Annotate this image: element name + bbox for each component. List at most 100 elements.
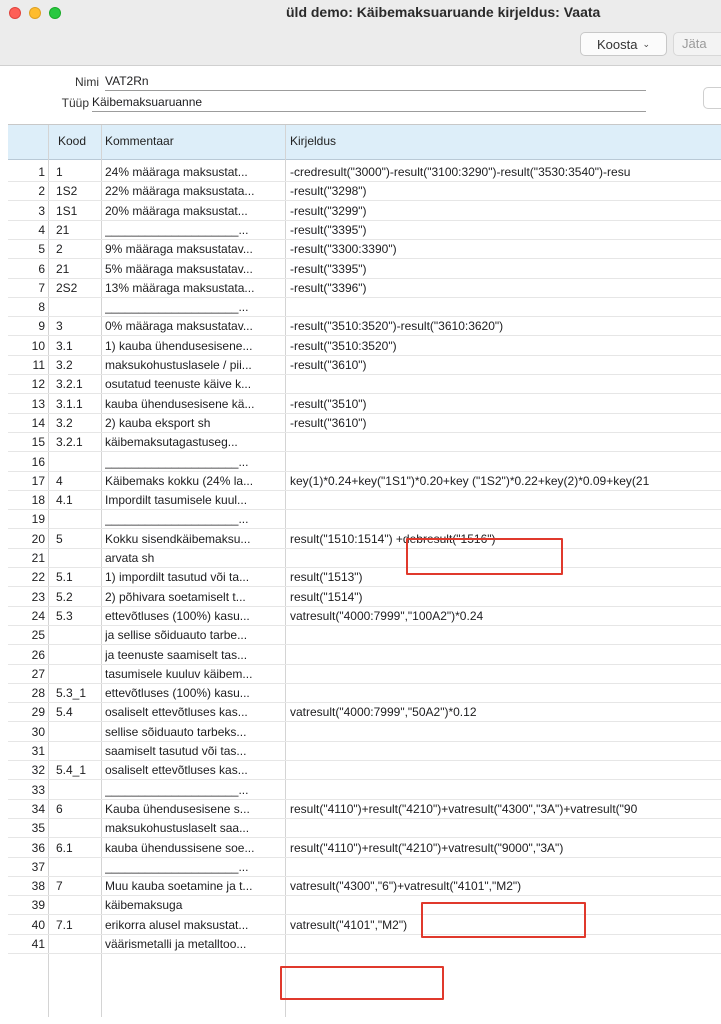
table-row[interactable]: 40 7.1 erikorra alusel maksustat... vatres… — [8, 916, 721, 935]
kommentaar-cell: ____________________... — [105, 454, 249, 469]
table-row[interactable]: 4 21 ____________________... -result("3395"… — [8, 221, 721, 240]
table-row[interactable]: 15 3.2.1 käibemaksutagastuseg... — [8, 433, 721, 453]
row-number: 19 — [31, 512, 45, 527]
table-row[interactable]: 18 4.1 Impordilt tasumisele kuul... — [8, 491, 721, 511]
row-number: 40 — [31, 917, 45, 932]
row-number: 14 — [31, 415, 45, 430]
table-row[interactable]: 19 ____________________... — [8, 510, 721, 530]
table-row[interactable]: 6 21 5% määraga maksustatav... -result("339… — [8, 260, 721, 279]
table-row[interactable]: 28 5.3_1 ettevõtluses (100%) kasu... — [8, 684, 721, 704]
kood-cell: 6 — [56, 801, 63, 816]
kood-cell: 5.4_1 — [56, 763, 87, 778]
table-row[interactable]: 12 3.2.1 osutatud teenuste käive k... — [8, 375, 721, 395]
window-close-button[interactable] — [9, 7, 21, 19]
table-row[interactable]: 33 ____________________... — [8, 781, 721, 800]
side-button[interactable] — [703, 87, 721, 109]
kommentaar-cell: osaliselt ettevõtluses kas... — [105, 763, 248, 778]
table-row[interactable]: 30 sellise sõiduauto tarbeks... — [8, 723, 721, 742]
kirjeldus-cell: vatresult("4300","6")+vatresult("4101","… — [290, 879, 522, 894]
kommentaar-cell: 13% määraga maksustata... — [105, 280, 255, 295]
kommentaar-cell: Käibemaks kokku (24% la... — [105, 473, 254, 488]
table-row[interactable]: 34 6 Kauba ühendusesisene s... result("4110… — [8, 800, 721, 819]
column-header-kood[interactable]: Kood — [58, 134, 86, 148]
kommentaar-cell: maksukohustuslaselt saa... — [105, 821, 250, 836]
table-row[interactable]: 21 arvata sh — [8, 549, 721, 568]
row-number: 31 — [31, 744, 45, 758]
table-row[interactable]: 5 2 9% määraga maksustatav... -result("3300… — [8, 240, 721, 260]
kommentaar-cell: 20% määraga maksustat... — [105, 203, 248, 218]
table-row[interactable]: 20 5 Kokku sisendkäibemaksu... result("1510… — [8, 530, 721, 549]
kirjeldus-cell: -credresult("3000")-result("3100:3290")-… — [290, 165, 631, 179]
table-row[interactable]: 22 5.1 1) impordilt tasutud või ta... resul… — [8, 568, 721, 588]
row-number: 22 — [31, 570, 45, 585]
table-row[interactable]: 36 6.1 kauba ühendussisene soe... result("4… — [8, 839, 721, 858]
table-row[interactable]: 16 ____________________... — [8, 453, 721, 472]
row-number: 11 — [32, 358, 45, 372]
kommentaar-cell: 5% määraga maksustatav... — [105, 261, 253, 276]
window-title: üld demo: Käibemaksuaruande kirjeldus: V… — [286, 4, 601, 20]
kirjeldus-cell: -result("3610") — [290, 415, 367, 430]
kommentaar-cell: saamiselt tasutud või tas... — [105, 744, 247, 758]
tuup-field[interactable]: Käibemaksuaruanne — [92, 95, 646, 112]
kommentaar-cell: arvata sh — [105, 551, 155, 565]
table-row[interactable]: 24 5.3 ettevõtluses (100%) kasu... vatresul… — [8, 607, 721, 626]
nimi-field[interactable]: VAT2Rn — [105, 74, 646, 91]
row-number: 37 — [31, 859, 45, 874]
table-row[interactable]: 3 1S1 20% määraga maksustat... -result("329… — [8, 202, 721, 221]
window-maximize-button[interactable] — [49, 7, 61, 19]
table-row[interactable]: 35 maksukohustuslaselt saa... — [8, 819, 721, 839]
kirjeldus-cell: -result("3510:3520") — [290, 338, 397, 353]
kommentaar-cell: Kauba ühendusesisene s... — [105, 801, 250, 816]
kirjeldus-cell: -result("3300:3390") — [290, 242, 397, 257]
table-row[interactable]: 32 5.4_1 osaliselt ettevõtluses kas... — [8, 761, 721, 781]
table-row[interactable]: 37 ____________________... — [8, 858, 721, 877]
table-row[interactable]: 9 3 0% määraga maksustatav... -result("3510… — [8, 317, 721, 337]
table-row[interactable]: 31 saamiselt tasutud või tas... — [8, 742, 721, 761]
kommentaar-cell: Impordilt tasumisele kuul... — [105, 493, 248, 508]
highlight-box — [406, 538, 563, 575]
table-row[interactable]: 25 ja sellise sõiduauto tarbe... — [8, 626, 721, 646]
row-number: 39 — [31, 898, 45, 913]
kood-cell: 5.2 — [56, 589, 73, 604]
table-row[interactable]: 27 tasumisele kuuluv käibem... — [8, 665, 721, 684]
chevron-down-icon: ⌄ — [642, 38, 651, 49]
kirjeldus-cell: -result("3395") — [290, 222, 367, 237]
kirjeldus-table: Kood Kommentaar Kirjeldus 1 1 24% määraga … — [8, 124, 721, 1017]
table-row[interactable]: 23 5.2 2) põhivara soetamiselt t... result(… — [8, 588, 721, 607]
kommentaar-cell: ____________________... — [105, 782, 249, 797]
kirjeldus-cell: result("1514") — [290, 589, 363, 604]
table-row[interactable]: 26 ja teenuste saamiselt tas... — [8, 646, 721, 665]
jata-button[interactable]: Jäta — [673, 32, 721, 56]
table-row[interactable]: 39 käibemaksuga — [8, 896, 721, 916]
kommentaar-cell: käibemaksuga — [105, 898, 183, 913]
table-row[interactable]: 1 1 24% määraga maksustat... -credresult("3… — [8, 163, 721, 182]
table-row[interactable]: 14 3.2 2) kauba eksport sh -result("3610") — [8, 414, 721, 433]
window-minimize-button[interactable] — [29, 7, 41, 19]
koosta-button[interactable]: Koosta ⌄ — [580, 32, 667, 56]
column-header-kirjeldus[interactable]: Kirjeldus — [290, 134, 336, 148]
table-row[interactable]: 29 5.4 osaliselt ettevõtluses kas... vatres… — [8, 703, 721, 723]
kommentaar-cell: väärismetalli ja metalltoo... — [105, 937, 247, 951]
kommentaar-cell: maksukohustuslasele / pii... — [105, 358, 252, 372]
kood-cell: 7.1 — [56, 917, 73, 932]
row-number: 16 — [31, 454, 45, 469]
row-number: 6 — [38, 261, 45, 276]
row-number: 34 — [31, 801, 45, 816]
kommentaar-cell: ____________________... — [105, 300, 249, 315]
kood-cell: 3 — [56, 319, 63, 334]
column-header-kommentaar[interactable]: Kommentaar — [105, 134, 174, 148]
table-row[interactable]: 13 3.1.1 kauba ühendusesisene kä... -result… — [8, 395, 721, 414]
row-number: 29 — [31, 705, 45, 720]
table-row[interactable]: 7 2S2 13% määraga maksustata... -result("33… — [8, 279, 721, 298]
table-row[interactable]: 38 7 Muu kauba soetamine ja t... vatresult(… — [8, 877, 721, 897]
kood-cell: 4.1 — [56, 493, 73, 508]
table-row[interactable]: 8 ____________________... — [8, 298, 721, 318]
tuup-label: Tüüp — [61, 96, 89, 110]
table-row[interactable]: 2 1S2 22% määraga maksustata... -result("32… — [8, 182, 721, 202]
table-row[interactable]: 10 3.1 1) kauba ühendusesisene... -result("… — [8, 337, 721, 356]
kommentaar-cell: kauba ühendussisene soe... — [105, 840, 255, 855]
table-row[interactable]: 11 3.2 maksukohustuslasele / pii... -result… — [8, 356, 721, 375]
table-row[interactable]: 41 väärismetalli ja metalltoo... — [8, 935, 721, 954]
kirjeldus-cell: result("4110")+result("4210")+vatresult(… — [290, 840, 564, 855]
table-row[interactable]: 17 4 Käibemaks kokku (24% la... key(1)*0.24… — [8, 472, 721, 491]
